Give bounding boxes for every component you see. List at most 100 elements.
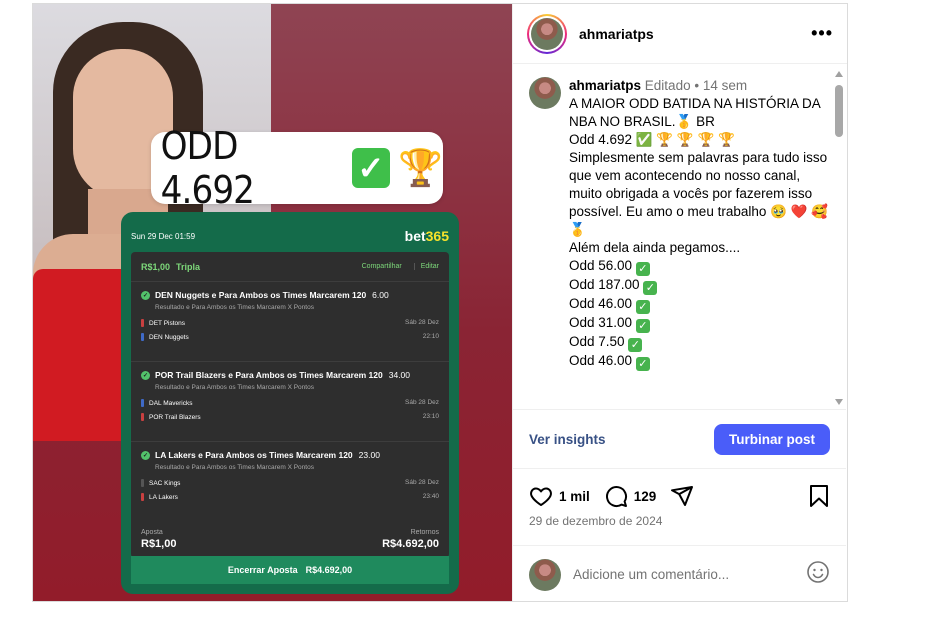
cashout-value: R$4.692,00 [305,565,353,575]
odds-line: Odd 187.00 ✓ [569,276,829,295]
comment-button[interactable]: 129 [604,484,671,508]
stake-value: R$1,00 [141,538,177,550]
boost-post-button[interactable]: Turbinar post [714,424,830,455]
returns-label: Retornos [410,529,439,536]
odd-item: Odd 46.00 [569,353,633,368]
comment-input[interactable] [573,567,783,582]
leg-title: LA Lakers e Para Ambos os Times Marcarem… [155,450,353,460]
check-icon: ✓ [635,262,650,276]
bet-edit-link: Editar [413,263,439,270]
header-username[interactable]: ahmariatps [579,26,654,42]
leg-date: Sáb 28 Dez [405,479,439,486]
leg-title: POR Trail Blazers e Para Ambos os Times … [155,370,383,380]
leg-team2: LA Lakers [149,493,178,501]
insights-row: Ver insights Turbinar post [513,411,846,469]
check-icon: ✓ [141,370,150,380]
leg-market: Resultado e Para Ambos os Times Marcarem… [155,464,314,471]
leg-team2: DEN Nuggets [149,333,189,341]
check-icon: ✓ [635,300,650,314]
leg-team1: DET Pistons [149,319,186,327]
leg-time: 23:10 [422,413,439,420]
check-icon: ✓ [141,290,150,300]
bet-slip: Sun 29 Dec 01:59 bet365 R$1,00 Tripla Co… [121,212,459,594]
caption-username[interactable]: ahmariatps [569,78,641,93]
caption-scroll-area[interactable]: ahmariatps Editado • 14 sem A MAIOR ODD … [513,65,846,410]
caption-line: A MAIOR ODD BATIDA NA HISTÓRIA DA NBA NO… [569,96,821,129]
bet-card: R$1,00 Tripla Compartilhar Editar ✓ DEN N… [131,252,449,558]
avatar[interactable] [529,77,561,109]
caption: ahmariatps Editado • 14 sem A MAIOR ODD … [569,78,829,371]
leg-time: 23:40 [422,493,439,500]
returns-value: R$4.692,00 [382,538,439,550]
leg-market: Resultado e Para Ambos os Times Marcarem… [155,304,314,311]
odd-item: Odd 31.00 [569,315,633,330]
odd-item: Odd 187.00 [569,277,640,292]
post-time-ago[interactable]: 14 sem [703,78,747,93]
odd-item: Odd 46.00 [569,296,633,311]
leg-date: Sáb 28 Dez [405,319,439,326]
caption-scrollbar[interactable] [834,69,844,407]
scroll-down-icon[interactable] [835,399,843,405]
team-color-icon [141,413,144,421]
cashout-label: Encerrar Aposta [227,565,298,575]
post-sidebar: ahmariatps ••• ahmariatps Editado • 14 s… [512,4,847,601]
leg-odds: 23.00 [358,450,380,460]
scroll-up-icon[interactable] [835,71,843,77]
emoji-icon [807,561,829,583]
cashout-bar: Encerrar Aposta R$4.692,00 [131,556,449,584]
leg-date: Sáb 28 Dez [405,399,439,406]
leg-title: DEN Nuggets e Para Ambos os Times Marcar… [155,290,367,300]
odd-banner: ODD 4.692 ✓ 🏆 [151,124,443,212]
scrollbar-thumb[interactable] [835,85,843,137]
bet-leg: ✓ DEN Nuggets e Para Ambos os Times Marca… [131,282,449,362]
odds-line: Odd 56.00 ✓ [569,257,829,276]
caption-line: Além dela ainda pegamos.... [569,240,741,255]
odds-line: Odd 46.00 ✓ [569,352,829,371]
view-insights-link[interactable]: Ver insights [529,432,606,447]
caption-line: Simplesmente sem palavras para tudo isso… [569,150,829,237]
post-header: ahmariatps ••• [513,4,847,64]
caption-line: Odd 4.692 ✅ 🏆 🏆 🏆 🏆 [569,132,735,147]
avatar[interactable] [527,13,567,54]
action-bar: 1 mil 129 [513,480,846,512]
bet-leg: ✓ LA Lakers e Para Ambos os Times Marcare… [131,442,449,522]
comment-icon [605,486,627,508]
bet-totals: Aposta R$1,00 Retornos R$4.692,00 [141,529,439,550]
heart-icon [530,487,552,506]
emoji-button[interactable] [806,560,830,589]
post-media[interactable]: ODD 4.692 ✓ 🏆 Sun 29 Dec 01:59 bet365 R$… [33,4,512,601]
like-button[interactable]: 1 mil [529,484,604,508]
odd-item: Odd 7.50 [569,334,625,349]
avatar [529,558,561,591]
share-button[interactable] [670,484,694,508]
team-color-icon [141,493,144,501]
bet-leg: ✓ POR Trail Blazers e Para Ambos os Times… [131,362,449,442]
like-count[interactable]: 1 mil [559,489,590,504]
odds-line: Odd 31.00 ✓ [569,314,829,333]
save-button[interactable] [808,484,830,508]
leg-odds: 6.00 [372,290,389,300]
team-color-icon [141,319,144,327]
check-icon: ✓ [351,148,391,188]
odd-item: Odd 56.00 [569,258,633,273]
comment-count: 129 [633,488,657,504]
check-icon: ✓ [635,357,650,371]
odds-line: Odd 7.50 ✓ [569,333,829,352]
check-icon: ✓ [141,450,150,460]
odd-banner-text: ODD 4.692 [160,124,255,212]
stake-label: Aposta [141,529,163,536]
team-color-icon [141,333,144,341]
check-icon: ✓ [628,338,643,352]
more-options-icon[interactable]: ••• [811,23,833,44]
team-color-icon [141,479,144,487]
check-icon: ✓ [635,319,650,333]
paper-plane-icon [671,486,694,506]
bet-summary: R$1,00 Tripla Compartilhar Editar [131,252,449,282]
bet-share-link: Compartilhar [361,263,402,270]
trophy-icon: 🏆 [398,147,443,188]
edited-label: Editado [644,78,691,93]
post-modal: ODD 4.692 ✓ 🏆 Sun 29 Dec 01:59 bet365 R$… [32,3,848,602]
team-color-icon [141,399,144,407]
bookmark-icon [810,485,828,507]
post-date[interactable]: 29 de dezembro de 2024 [529,514,662,528]
